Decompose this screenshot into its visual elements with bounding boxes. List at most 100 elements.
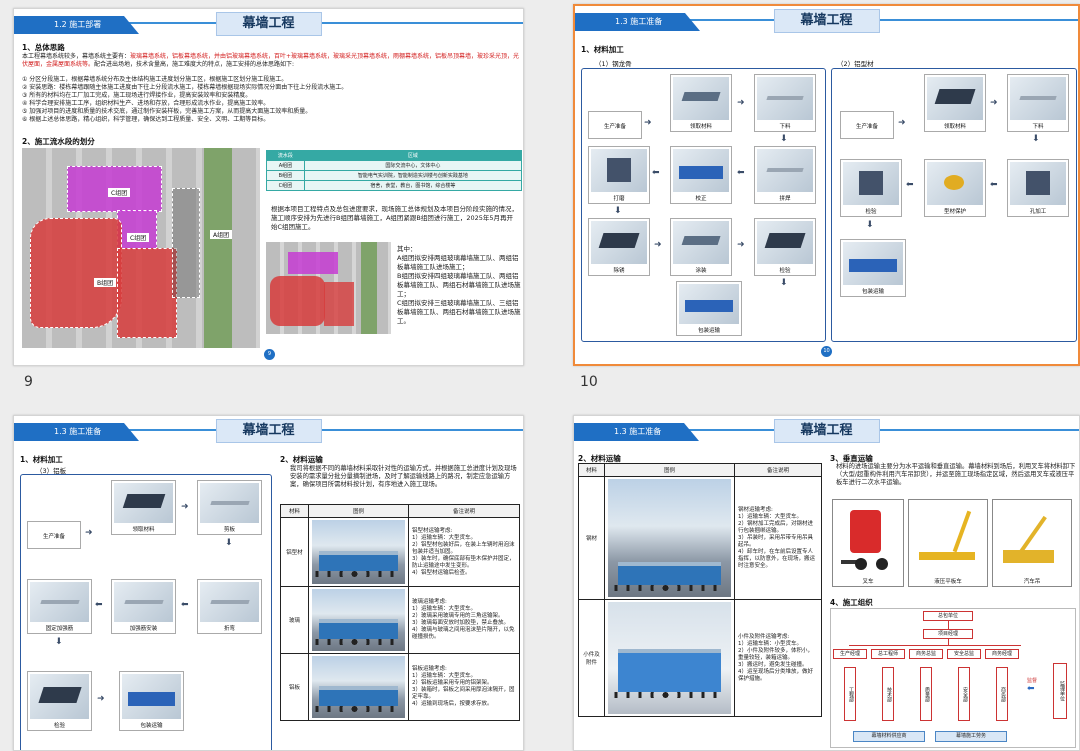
table-header: 材料 bbox=[280, 504, 309, 518]
org-supervision-label: 监督 bbox=[1027, 678, 1038, 684]
table-row: 小件及附件 小件及附件运输考虑: 1）运输车辆：小型货车。 2）小件及附件较多，体… bbox=[578, 599, 822, 717]
heading-organization: 4、施工组织 bbox=[830, 598, 873, 607]
step-label: 打磨 bbox=[613, 196, 625, 202]
slide-title: 幕墙工程 bbox=[215, 419, 322, 443]
step-label: 包装运输 bbox=[697, 328, 720, 334]
step-label: 包装运输 bbox=[861, 289, 884, 295]
step-label: 折弯 bbox=[223, 626, 235, 632]
table-cell: 铝板运输考虑: 1）运输车辆：大型货车。 2）铝板运输采用专用的铝架架。 3）装… bbox=[408, 653, 520, 721]
slide-number-label: 9 bbox=[24, 374, 33, 390]
flow-step: 生产准备 bbox=[588, 111, 642, 139]
points-list: ① 分区分段施工，根据幕墙系统分布及主体结构施工进度划分施工区，根据施工区划分施… bbox=[22, 76, 520, 124]
table-cell: 铝型材运输考虑: 1）运输车辆：大型货车。 2）铝型材包装好后，在装上车辆时用泡… bbox=[408, 517, 520, 587]
step-label: 领取材料 bbox=[689, 124, 712, 130]
arrow-right-icon: ➜ bbox=[990, 98, 998, 108]
paragraph-text: 配合进出场地，技术含量高，施工难度大的特点，施工安排的总体思路如下: bbox=[94, 61, 295, 68]
table-row: C组团 宿舍，食堂，教台，图书馆，综合楼等 bbox=[266, 180, 523, 191]
slide-thumbnail-9[interactable]: 1.2 施工部署 幕墙工程 1、总体思路 本工程幕墙系统较多，幕墙系统主要有：玻… bbox=[13, 8, 524, 366]
step-label: 包装运输 bbox=[140, 723, 163, 729]
zone-table: 流水段 区域 A组团 国际交流中心，文体中心 B组团 智能电气实训院，智能制造实训楼与… bbox=[266, 150, 523, 191]
arrow-right-icon: ➜ bbox=[898, 118, 906, 128]
slide-thumbnail-10[interactable]: 1.3 施工准备 幕墙工程 1、材料加工 （1）钢龙骨 （2）铝型材 生产准备 … bbox=[573, 4, 1080, 366]
zone-label-b: B组团 bbox=[94, 278, 117, 287]
heading-material-processing: 1、材料加工 bbox=[581, 45, 624, 54]
zone-label-c: C组团 bbox=[127, 233, 150, 242]
arrow-right-icon: ➜ bbox=[737, 98, 745, 108]
table-cell: 玻璃 bbox=[280, 586, 309, 654]
arrow-down-icon: ⬇ bbox=[866, 220, 874, 230]
step-label: 领取材料 bbox=[943, 124, 966, 130]
step-label: 孔加工 bbox=[1029, 209, 1047, 215]
slide-page-badge: 10 bbox=[821, 346, 832, 357]
org-node: 生产经理 bbox=[833, 649, 867, 659]
aluminium-profile-label: （2）铝型材 bbox=[837, 60, 874, 68]
list-item: ① 分区分段施工，根据幕墙系统分布及主体结构施工进度划分施工区，根据施工区划分施… bbox=[22, 76, 288, 83]
slide-thumbnail-11[interactable]: 1.3 施工准备 幕墙工程 1、材料加工 （3）铝板 生产准备 ➜ 领取材料 ➜… bbox=[13, 415, 524, 751]
flow-step: 包装运输 bbox=[840, 239, 906, 297]
arrow-right-icon: ➜ bbox=[737, 240, 745, 250]
table-row: 铝型材 铝型材运输考虑: 1）运输车辆：大型货车。 2）铝型材包装好后，在装上车辆… bbox=[280, 517, 520, 587]
table-cell: 钢材运输考虑: 1）运输车辆：大型货车。 2）钢材加工完成后，对钢材进行包装捆绑… bbox=[734, 476, 822, 600]
slide-title: 幕墙工程 bbox=[773, 9, 880, 33]
heading-material-processing: 1、材料加工 bbox=[20, 455, 63, 464]
step-label: 涂装 bbox=[695, 268, 707, 274]
slide-header: 1.3 施工准备 幕墙工程 bbox=[14, 416, 523, 444]
list-item: B组团拟安排四组玻璃幕墙施工队、两组铝板幕墙施工队、两组石材幕墙施工队进场施工； bbox=[397, 272, 521, 298]
slide-number-label: 10 bbox=[580, 374, 598, 390]
flow-step: 剪板 bbox=[197, 480, 262, 535]
flow-step: 型材保护 bbox=[924, 159, 986, 217]
table-cell: 玻璃运输考虑: 1）运输车辆：大型货车。 2）玻璃采用玻璃专用的三角运输架。 3… bbox=[408, 586, 520, 654]
flow-step: 下料 bbox=[754, 74, 816, 132]
table-header: 备注说明 bbox=[408, 504, 520, 518]
list-item: ⑤ 加强对项目的进度和质量的技术交底，通过制作安装样板，完善施工方案，从而提高大… bbox=[22, 108, 312, 115]
table-cell: 智能电气实训院，智能制造实训楼与创新实践基地 bbox=[303, 170, 523, 181]
flow-step: 打磨 bbox=[588, 146, 650, 204]
list-item: ② 安装思路：楼栋幕墙跟随主体施工进度由下往上分段流水施工，楼栋幕墙根据现场实际… bbox=[22, 84, 348, 91]
step-label: 下料 bbox=[1032, 124, 1044, 130]
table-row: B组团 智能电气实训院，智能制造实训楼与创新实践基地 bbox=[266, 170, 523, 181]
list-item: A组团拟安排两组玻璃幕墙施工队、两组铝板幕墙施工队进场施工； bbox=[397, 254, 519, 271]
step-label: 加强筋安装 bbox=[129, 626, 158, 632]
flow-step: 折弯 bbox=[197, 579, 262, 634]
table-cell: 钢材 bbox=[578, 476, 605, 600]
equip-label: 叉车 bbox=[862, 579, 874, 585]
table-row: A组团 国际交流中心，文体中心 bbox=[266, 160, 523, 171]
list-item: C组团拟安排三组玻璃幕墙施工队、三组铝板幕墙施工队、两组石材幕墙施工队进场施工。 bbox=[397, 299, 521, 325]
paragraph-text: 本工程幕墙系统较多，幕墙系统主要有： bbox=[22, 53, 131, 60]
step-label: 除锈 bbox=[613, 268, 625, 274]
flow-step: 生产准备 bbox=[840, 111, 894, 139]
step-label: 检验 bbox=[779, 268, 791, 274]
truck-crane-card: 汽车吊 bbox=[992, 499, 1072, 587]
step-label: 下料 bbox=[779, 124, 791, 130]
step-label: 领取材料 bbox=[132, 527, 155, 533]
equip-label: 液压平板车 bbox=[934, 579, 962, 585]
flow-step: 检验 bbox=[27, 671, 92, 731]
truck-photo bbox=[312, 520, 405, 584]
table-cell: A组团 bbox=[266, 160, 305, 171]
table-row: 铝板 铝板运输考虑: 1）运输车辆：大型货车。 2）铝板运输采用专用的铝架架。 3… bbox=[280, 653, 520, 721]
org-node: 商务总监 bbox=[909, 649, 943, 659]
flow-step: 检验 bbox=[840, 159, 902, 217]
flow-step: 固定加强筋 bbox=[27, 579, 92, 634]
steel-keel-label: （1）钢龙骨 bbox=[595, 60, 632, 68]
flow-step: 涂装 bbox=[670, 218, 732, 276]
step-label: 检验 bbox=[53, 723, 65, 729]
table-cell: 宿舍，食堂，教台，图书馆，综合楼等 bbox=[303, 180, 523, 191]
section-tab: 1.3 施工准备 bbox=[54, 427, 102, 436]
org-node: 商务经理 bbox=[985, 649, 1019, 659]
flow-step: 校正 bbox=[670, 146, 732, 204]
flow-step: 生产准备 bbox=[27, 521, 81, 549]
org-node: 监理单位 bbox=[1053, 663, 1067, 719]
table-cell: 铝型材 bbox=[280, 517, 309, 587]
slide-thumbnail-12[interactable]: 1.3 施工准备 幕墙工程 2、材料运输 材料 图例 备注说明 钢材 钢材运输考虑: … bbox=[573, 415, 1080, 751]
org-node: 安全总监 bbox=[947, 649, 981, 659]
heading-overall: 1、总体思路 bbox=[22, 43, 65, 52]
org-node: 质量部 bbox=[920, 667, 932, 721]
aluminium-profile-flow: 生产准备 ➜ 领取材料 ➜ 下料 ⬇ 检验 ⬅ 型材保护 ⬅ 孔加工 ⬇ 包装运… bbox=[831, 68, 1077, 342]
flow-step: 孔加工 bbox=[1007, 159, 1069, 217]
table-row: 钢材 钢材运输考虑: 1）运输车辆：大型货车。 2）钢材加工完成后，对钢材进行包装… bbox=[578, 476, 822, 600]
transport-table: 材料 图例 备注说明 铝型材 铝型材运输考虑: 1）运输车辆：大型货车。 2）铝型材包… bbox=[280, 504, 520, 721]
step-label: 生产准备 bbox=[42, 534, 65, 540]
arrow-right-icon: ➜ bbox=[85, 528, 93, 538]
arrow-down-icon: ⬇ bbox=[780, 134, 788, 144]
